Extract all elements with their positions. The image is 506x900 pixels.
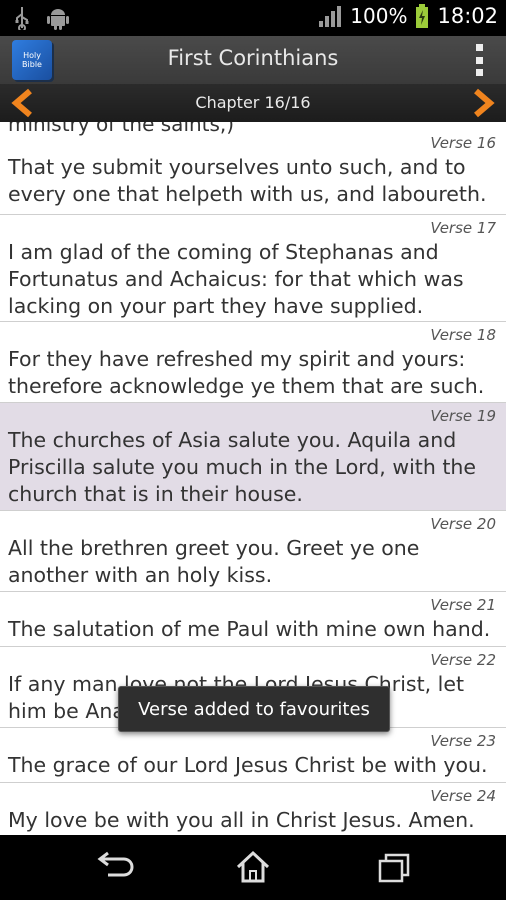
signal-icon — [319, 6, 342, 27]
verse-text: The grace of our Lord Jesus Christ be wi… — [8, 753, 488, 777]
battery-percent: 100% — [350, 4, 408, 28]
verse-text: I am glad of the coming of Stephanas and… — [8, 240, 464, 318]
clock: 18:02 — [437, 4, 498, 28]
verse-item[interactable]: Verse 17 I am glad of the coming of Step… — [0, 215, 506, 322]
verse-text: All the brethren greet you. Greet ye one… — [8, 536, 420, 587]
verse-number: Verse 22 — [430, 651, 496, 669]
recent-apps-icon[interactable] — [374, 849, 414, 885]
chapter-bar: Chapter 16/16 — [0, 84, 506, 122]
back-icon[interactable] — [94, 849, 134, 885]
verse-text: The salutation of me Paul with mine own … — [8, 617, 491, 641]
verse-item[interactable]: Verse 23 The grace of our Lord Jesus Chr… — [0, 728, 506, 783]
action-bar: Holy Bible First Corinthians — [0, 36, 506, 85]
verse-item[interactable]: Verse 21 The salutation of me Paul with … — [0, 592, 506, 647]
verse-text: The churches of Asia salute you. Aquila … — [8, 428, 476, 506]
verse-item-highlighted[interactable]: Verse 19 The churches of Asia salute you… — [0, 403, 506, 511]
battery-icon — [416, 4, 429, 28]
verse-number: Verse 24 — [430, 787, 496, 805]
android-icon — [47, 9, 69, 30]
verse-text: For they have refreshed my spirit and yo… — [8, 347, 485, 398]
usb-icon — [15, 7, 29, 30]
verse-number: Verse 17 — [430, 219, 496, 237]
verse-number: Verse 16 — [430, 134, 496, 152]
verse-number: Verse 21 — [430, 596, 496, 614]
verse-item[interactable]: Verse 16 That ye submit yourselves unto … — [0, 130, 506, 215]
verse-number: Verse 23 — [430, 732, 496, 750]
verse-item[interactable]: Verse 18 For they have refreshed my spir… — [0, 322, 506, 403]
next-chapter-arrow-icon[interactable] — [468, 88, 498, 118]
page-title: First Corinthians — [167, 46, 339, 70]
verse-number: Verse 20 — [430, 515, 496, 533]
home-icon[interactable] — [233, 849, 273, 885]
chapter-label: Chapter 16/16 — [195, 93, 311, 112]
verse-number: Verse 19 — [430, 407, 496, 425]
verse-item[interactable]: Verse 20 All the brethren greet you. Gre… — [0, 511, 506, 592]
toast-message: Verse added to favourites — [118, 686, 390, 732]
verse-number: Verse 18 — [430, 326, 496, 344]
verse-item[interactable]: Verse 24 My love be with you all in Chri… — [0, 783, 506, 835]
overflow-menu-icon[interactable] — [476, 44, 484, 76]
verse-text: My love be with you all in Christ Jesus.… — [8, 808, 475, 832]
verse-text: That ye submit yourselves unto such, and… — [8, 155, 487, 206]
system-nav-bar — [0, 835, 506, 900]
status-bar: 100% 18:02 — [0, 0, 506, 36]
